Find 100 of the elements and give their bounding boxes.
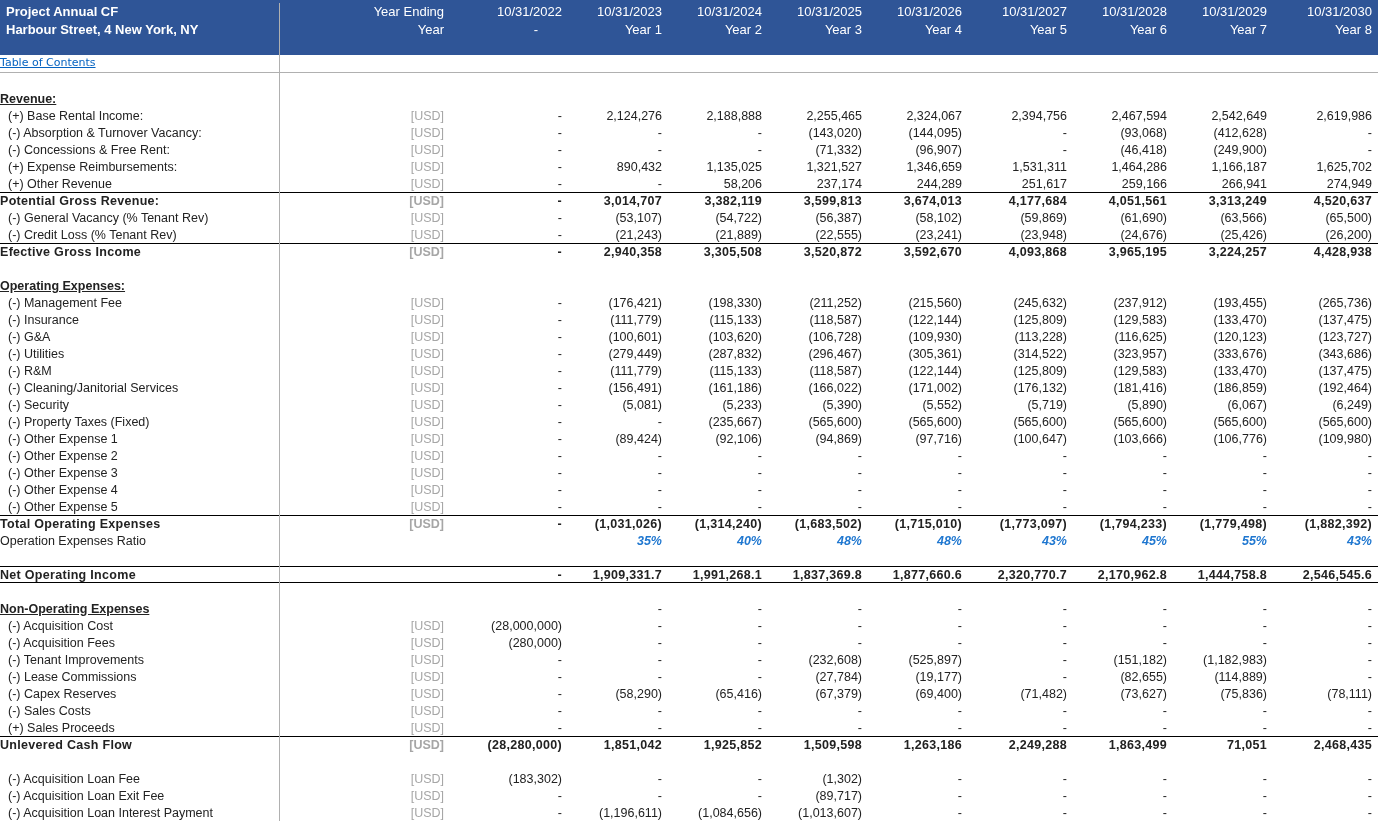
value-cell: - xyxy=(557,226,562,243)
value-cell: 1,991,268.1 xyxy=(692,567,762,583)
value-cell: (92,106) xyxy=(715,430,762,447)
value-cell: - xyxy=(1367,804,1372,821)
ratio-cell: 45% xyxy=(1141,532,1167,549)
value-cell: - xyxy=(557,787,562,804)
value-cell: - xyxy=(557,209,562,226)
date-heading: 10/31/2024 xyxy=(696,3,762,21)
row-label: Unlevered Cash Flow xyxy=(0,737,280,753)
value-cell: (265,736) xyxy=(1318,294,1372,311)
row-label: (-) Acquisition Fees xyxy=(0,634,280,651)
row-label: (-) Cleaning/Janitorial Services xyxy=(0,379,280,396)
value-cell: - xyxy=(1162,634,1167,651)
value-cell: - xyxy=(957,447,962,464)
value-cell: (1,013,607) xyxy=(798,804,862,821)
value-cell: - xyxy=(1367,634,1372,651)
value-cell: - xyxy=(757,651,762,668)
period-label: Year 8 xyxy=(1334,21,1372,39)
value-cell: - xyxy=(657,719,662,736)
value-cell: 1,263,186 xyxy=(903,737,962,753)
value-cell: - xyxy=(657,498,662,515)
value-cell: (89,717) xyxy=(815,787,862,804)
value-cell: - xyxy=(557,124,562,141)
value-cell: - xyxy=(1062,141,1067,158)
unit-cell: [USD] xyxy=(410,430,444,447)
row-label: (+) Other Revenue xyxy=(0,175,280,192)
value-cell: (565,600) xyxy=(908,413,962,430)
value-cell: (6,067) xyxy=(1227,396,1267,413)
value-cell: (120,123) xyxy=(1213,328,1267,345)
value-cell: - xyxy=(1062,668,1067,685)
value-cell: - xyxy=(1162,447,1167,464)
date-heading: 10/31/2025 xyxy=(796,3,862,21)
value-cell: (133,470) xyxy=(1213,362,1267,379)
value-cell: 2,320,770.7 xyxy=(997,567,1067,583)
value-cell: 4,177,684 xyxy=(1008,193,1067,209)
value-cell: (565,600) xyxy=(1318,413,1372,430)
value-cell: 1,863,499 xyxy=(1108,737,1167,753)
row-label: (+) Expense Reimbursements: xyxy=(0,158,280,175)
value-cell: - xyxy=(857,600,862,617)
value-cell: - xyxy=(857,464,862,481)
unit-cell: [USD] xyxy=(410,175,444,192)
value-cell: (1,314,240) xyxy=(694,516,762,532)
value-cell: 1,909,331.7 xyxy=(592,567,662,583)
value-cell: (28,000,000) xyxy=(491,617,562,634)
unit-cell: [USD] xyxy=(410,328,444,345)
value-cell: (123,727) xyxy=(1318,328,1372,345)
value-cell: - xyxy=(1062,447,1067,464)
value-cell: - xyxy=(557,158,562,175)
value-cell: (106,728) xyxy=(808,328,862,345)
value-cell: - xyxy=(657,770,662,787)
value-cell: - xyxy=(857,498,862,515)
unit-cell: [USD] xyxy=(410,141,444,158)
unit-cell: [USD] xyxy=(410,464,444,481)
value-cell: - xyxy=(1367,651,1372,668)
unit-cell: [USD] xyxy=(410,124,444,141)
value-cell: - xyxy=(557,193,562,209)
value-cell: - xyxy=(557,345,562,362)
value-cell: - xyxy=(557,311,562,328)
value-cell: (53,107) xyxy=(615,209,662,226)
unit-cell: [USD] xyxy=(409,193,444,209)
value-cell: - xyxy=(557,685,562,702)
value-cell: (237,912) xyxy=(1113,294,1167,311)
value-cell: (1,779,498) xyxy=(1199,516,1267,532)
value-cell: 1,509,598 xyxy=(803,737,862,753)
value-cell: - xyxy=(657,600,662,617)
value-cell: - xyxy=(557,498,562,515)
value-cell: (1,794,233) xyxy=(1099,516,1167,532)
value-cell: (89,424) xyxy=(615,430,662,447)
value-cell: - xyxy=(757,447,762,464)
value-cell: - xyxy=(757,464,762,481)
value-cell: - xyxy=(1162,719,1167,736)
ratio-cell: 35% xyxy=(636,532,662,549)
value-cell: (314,522) xyxy=(1013,345,1067,362)
value-cell: (1,773,097) xyxy=(999,516,1067,532)
value-cell: 1,166,187 xyxy=(1211,158,1267,175)
value-cell: - xyxy=(557,328,562,345)
unit-cell: [USD] xyxy=(410,209,444,226)
value-cell: - xyxy=(1367,141,1372,158)
value-cell: - xyxy=(1162,498,1167,515)
value-cell: - xyxy=(1162,600,1167,617)
value-cell: - xyxy=(1162,702,1167,719)
value-cell: (118,587) xyxy=(809,311,862,328)
value-cell: 3,382,119 xyxy=(704,193,762,209)
value-cell: - xyxy=(557,244,562,260)
value-cell: - xyxy=(657,124,662,141)
value-cell: (1,715,010) xyxy=(894,516,962,532)
value-cell: (5,552) xyxy=(922,396,962,413)
period-label: Year 1 xyxy=(624,21,662,39)
unit-cell: [USD] xyxy=(409,516,444,532)
value-cell: - xyxy=(657,141,662,158)
table-of-contents-link[interactable]: Table of Contents xyxy=(0,55,96,72)
value-cell: (565,600) xyxy=(808,413,862,430)
value-cell: - xyxy=(557,516,562,532)
value-cell: (565,600) xyxy=(1013,413,1067,430)
value-cell: 2,255,465 xyxy=(806,107,862,124)
value-cell: 2,619,986 xyxy=(1316,107,1372,124)
value-cell: 1,531,311 xyxy=(1012,158,1067,175)
ratio-cell: 48% xyxy=(936,532,962,549)
value-cell: (565,600) xyxy=(1213,413,1267,430)
ratio-cell: 40% xyxy=(736,532,762,549)
